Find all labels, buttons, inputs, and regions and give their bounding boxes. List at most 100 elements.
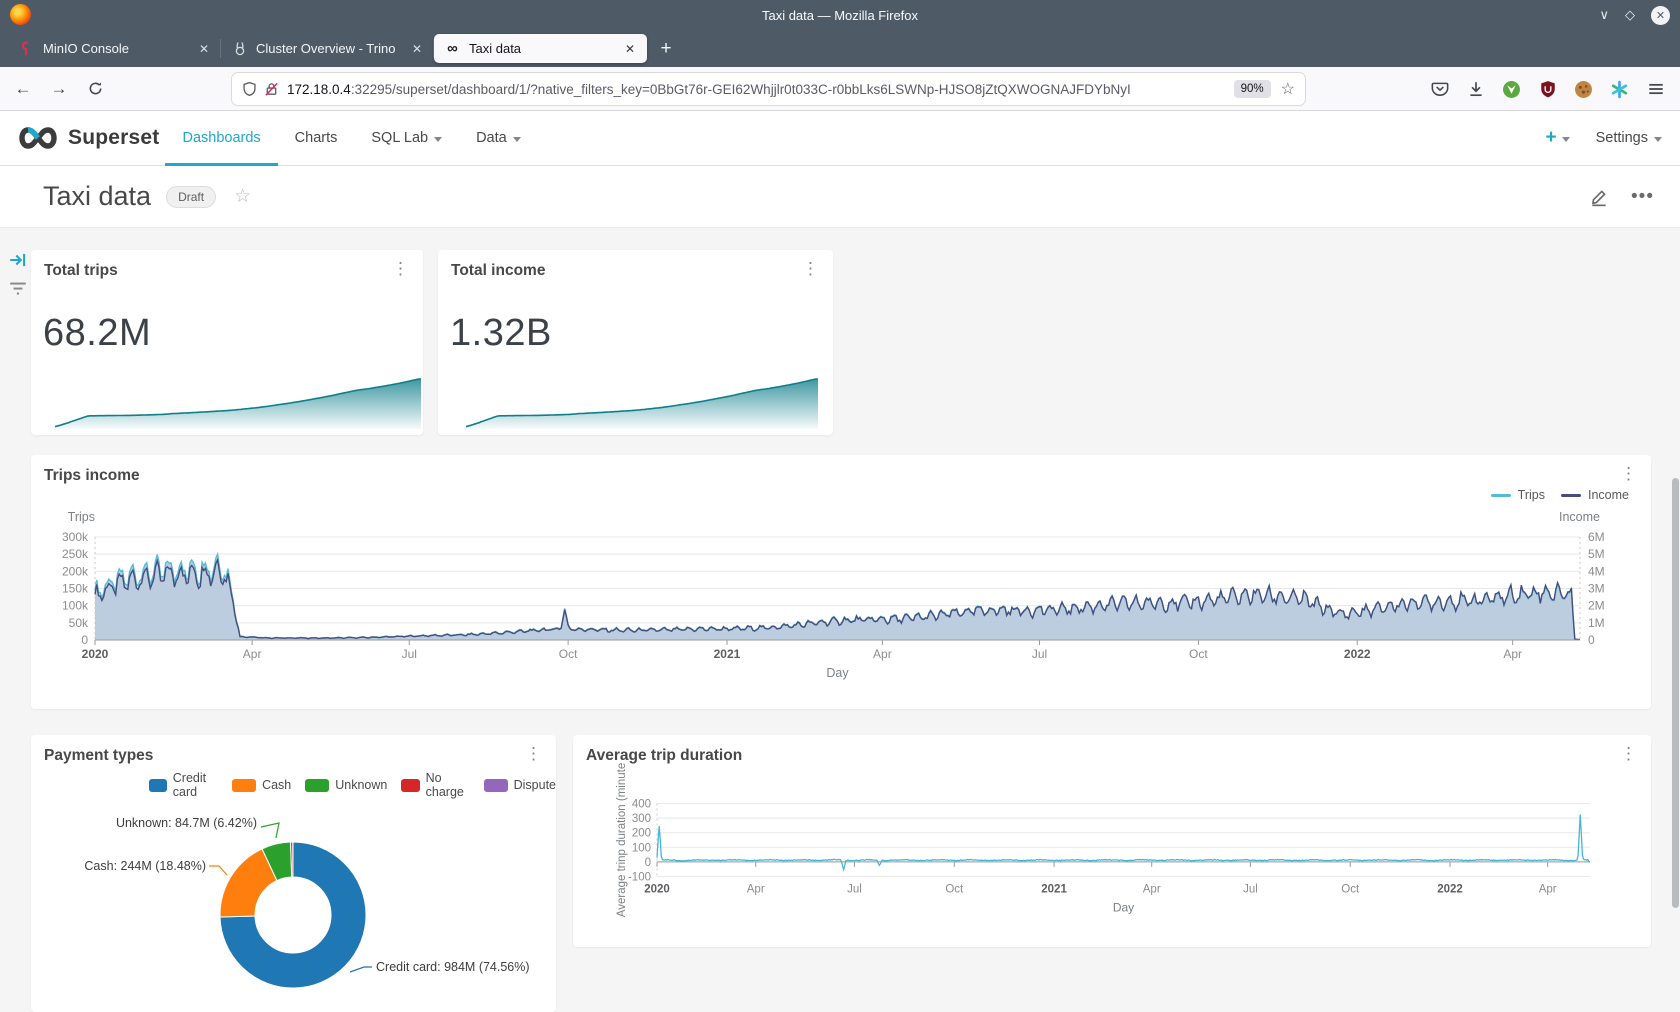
- privacy-badger-icon[interactable]: [1501, 79, 1522, 100]
- window-titlebar: Taxi data — Mozilla Firefox ∨ ◇ ✕: [0, 0, 1680, 30]
- filter-funnel-icon[interactable]: [8, 278, 28, 298]
- nav-item-dashboards[interactable]: Dashboards: [165, 111, 277, 166]
- card-title: Total income: [451, 262, 545, 280]
- svg-text:Jul: Jul: [402, 647, 417, 661]
- svg-text:-100: -100: [628, 872, 651, 884]
- page-title: Taxi data: [43, 181, 151, 212]
- nav-item-data[interactable]: Data: [459, 111, 538, 166]
- shield-icon[interactable]: [242, 81, 257, 97]
- minio-icon: [18, 40, 35, 57]
- svg-text:Trips: Trips: [68, 510, 95, 524]
- window-close-icon[interactable]: ✕: [1651, 6, 1670, 25]
- svg-text:400: 400: [632, 799, 651, 811]
- scrollbar[interactable]: [1672, 478, 1679, 908]
- window-title: Taxi data — Mozilla Firefox: [0, 8, 1680, 23]
- lock-slash-icon[interactable]: [264, 81, 279, 97]
- zoom-level-badge[interactable]: 90%: [1234, 80, 1271, 98]
- pocket-icon[interactable]: [1429, 79, 1450, 100]
- new-item-button[interactable]: +: [1545, 127, 1569, 149]
- tab-close-icon[interactable]: ✕: [410, 42, 424, 56]
- svg-text:5M: 5M: [1588, 547, 1605, 561]
- firefox-logo-icon: [10, 4, 31, 25]
- trendline-chart: [466, 373, 818, 429]
- svg-text:300k: 300k: [62, 530, 89, 544]
- svg-text:Apr: Apr: [243, 647, 262, 661]
- svg-text:0: 0: [1588, 633, 1595, 647]
- cookie-icon[interactable]: [1573, 79, 1594, 100]
- window-minimize-icon[interactable]: ∨: [1599, 7, 1609, 23]
- svg-text:300: 300: [632, 813, 651, 825]
- svg-text:Jul: Jul: [847, 884, 862, 896]
- svg-text:Apr: Apr: [1503, 647, 1522, 661]
- svg-text:Day: Day: [826, 666, 849, 680]
- donut-callout-label: Unknown: 84.7M (6.42%): [116, 816, 257, 830]
- favorite-star-icon[interactable]: ☆: [234, 185, 251, 208]
- nav-item-charts[interactable]: Charts: [278, 111, 355, 166]
- svg-text:0: 0: [81, 633, 88, 647]
- browser-tab-1[interactable]: MinIO Console✕: [8, 30, 221, 67]
- svg-text:4M: 4M: [1588, 564, 1605, 578]
- settings-menu[interactable]: Settings: [1596, 130, 1662, 146]
- url-text[interactable]: 172.18.0.4:32295/superset/dashboard/1/?n…: [287, 82, 1234, 97]
- superset-logo[interactable]: Superset: [16, 125, 159, 151]
- status-badge: Draft: [166, 186, 216, 208]
- superset-infinity-icon: [16, 125, 60, 151]
- big-number-value: 68.2M: [43, 312, 151, 355]
- forward-icon[interactable]: →: [44, 74, 74, 104]
- svg-text:Oct: Oct: [1341, 884, 1360, 896]
- trips-income-chart: 300k6M250k5M200k4M150k3M100k2M50k1M00Tri…: [31, 455, 1651, 709]
- nav-item-sql-lab[interactable]: SQL Lab: [354, 111, 459, 166]
- dashboard-header: Taxi data Draft ☆ •••: [0, 166, 1680, 228]
- extension-asterisk-icon[interactable]: [1609, 79, 1630, 100]
- donut-callout-label: Cash: 244M (18.48%): [84, 859, 206, 873]
- expand-filter-bar-icon[interactable]: [8, 250, 28, 270]
- reload-icon[interactable]: [80, 74, 110, 104]
- browser-tab-2[interactable]: Cluster Overview - Trino✕: [221, 30, 434, 67]
- superset-nav-items: DashboardsCharts SQL Lab Data: [165, 111, 537, 166]
- svg-text:3M: 3M: [1588, 582, 1605, 596]
- kebab-menu-icon[interactable]: ⋮: [802, 260, 819, 277]
- ublock-icon[interactable]: [1537, 79, 1558, 100]
- card-trips-income: Trips income ⋮ TripsIncome 300k6M250k5M2…: [31, 455, 1651, 709]
- bookmark-star-icon[interactable]: ☆: [1281, 79, 1295, 99]
- svg-text:Oct: Oct: [1189, 647, 1208, 661]
- payment-types-donut-chart: Credit card: 984M (74.56%)Cash: 244M (18…: [31, 735, 556, 1012]
- chevron-down-icon: [1654, 137, 1662, 142]
- svg-text:50k: 50k: [69, 616, 89, 630]
- hamburger-menu-icon[interactable]: [1645, 79, 1666, 100]
- trendline-chart: [55, 373, 421, 429]
- browser-toolbar: ← → 172.18.0.4:32295/superset/dashboard/…: [0, 67, 1680, 111]
- superset-navbar: Superset DashboardsCharts SQL Lab Data + S…: [0, 111, 1680, 166]
- svg-text:2021: 2021: [1041, 884, 1067, 896]
- svg-text:0: 0: [645, 857, 651, 869]
- svg-text:Apr: Apr: [1143, 884, 1161, 896]
- back-icon[interactable]: ←: [8, 74, 38, 104]
- tab-close-icon[interactable]: ✕: [623, 42, 637, 56]
- dashboard-body: Total trips ⋮ 68.2M Total income ⋮ 1.32B…: [0, 228, 1680, 1012]
- svg-text:2020: 2020: [644, 884, 670, 896]
- window-maximize-icon[interactable]: ◇: [1625, 7, 1635, 23]
- svg-text:2M: 2M: [1588, 599, 1605, 613]
- new-tab-button[interactable]: +: [651, 34, 681, 64]
- svg-text:200k: 200k: [62, 564, 89, 578]
- chevron-down-icon: [513, 137, 521, 142]
- svg-text:6M: 6M: [1588, 530, 1605, 544]
- url-bar[interactable]: 172.18.0.4:32295/superset/dashboard/1/?n…: [232, 73, 1305, 105]
- trino-icon: [231, 40, 248, 57]
- url-path: :32295/superset/dashboard/1/?native_filt…: [351, 82, 1131, 97]
- big-number-value: 1.32B: [450, 312, 552, 355]
- svg-text:250k: 250k: [62, 547, 89, 561]
- superset-brand-text: Superset: [68, 126, 159, 150]
- svg-text:Jul: Jul: [1243, 884, 1258, 896]
- edit-pencil-icon[interactable]: [1589, 187, 1609, 207]
- more-actions-icon[interactable]: •••: [1631, 186, 1654, 208]
- svg-text:Apr: Apr: [747, 884, 765, 896]
- chevron-down-icon: [434, 137, 442, 142]
- tab-close-icon[interactable]: ✕: [197, 42, 211, 56]
- nav-item-label: SQL Lab: [371, 130, 428, 146]
- download-icon[interactable]: [1465, 79, 1486, 100]
- card-title: Total trips: [44, 262, 118, 280]
- browser-tab-3[interactable]: ∞Taxi data✕: [434, 34, 647, 63]
- kebab-menu-icon[interactable]: ⋮: [392, 260, 409, 277]
- svg-text:Income: Income: [1559, 510, 1600, 524]
